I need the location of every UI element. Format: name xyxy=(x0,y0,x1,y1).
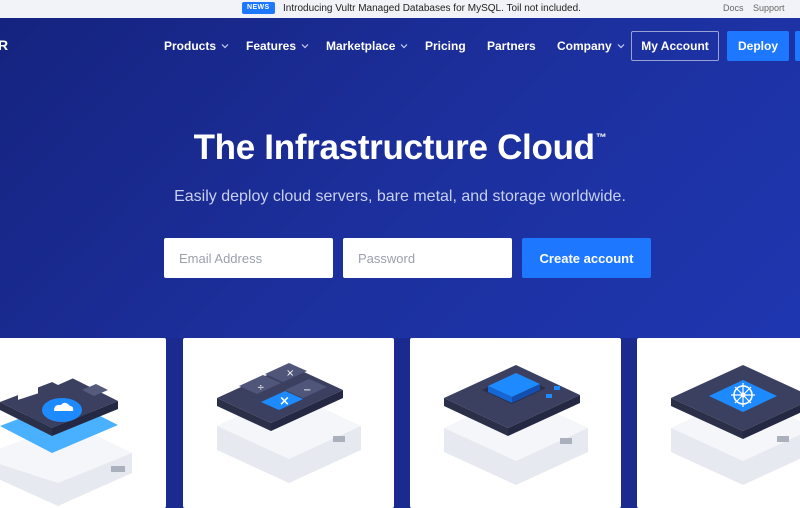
product-card-chip[interactable] xyxy=(410,338,621,508)
hero-section: R Products Features Marketplace Pricing … xyxy=(0,18,800,338)
email-input[interactable] xyxy=(164,238,333,278)
vultr-logo[interactable]: R xyxy=(0,37,8,53)
nav-marketplace-label: Marketplace xyxy=(326,39,396,53)
trademark-mark: ™ xyxy=(595,132,607,144)
chevron-down-icon xyxy=(221,44,229,49)
news-bar: NEWS Introducing Vultr Managed Databases… xyxy=(0,0,800,18)
chevron-down-icon xyxy=(301,44,309,49)
cloud-compute-icon xyxy=(0,370,132,506)
offscreen-button[interactable] xyxy=(795,31,800,61)
nav-company[interactable]: Company xyxy=(557,39,625,53)
hero-title: The Infrastructure Cloud™ xyxy=(0,128,800,168)
calculator-icon: × ÷ − × xyxy=(217,363,361,483)
nav-partners[interactable]: Partners xyxy=(487,39,536,53)
nav-company-label: Company xyxy=(557,39,612,53)
nav-pricing-label: Pricing xyxy=(425,39,466,53)
nav-features-label: Features xyxy=(246,39,297,53)
hero-subtitle: Easily deploy cloud servers, bare metal,… xyxy=(174,188,626,205)
svg-text:−: − xyxy=(303,385,311,396)
news-badge: NEWS xyxy=(242,2,275,14)
deploy-button[interactable]: Deploy xyxy=(727,31,789,61)
product-card-calculator[interactable]: × ÷ − × xyxy=(183,338,394,508)
chevron-down-icon xyxy=(617,44,625,49)
nav-marketplace[interactable]: Marketplace xyxy=(326,39,408,53)
news-announcement-link[interactable]: Introducing Vultr Managed Databases for … xyxy=(283,3,581,14)
product-card-compute[interactable] xyxy=(0,338,166,508)
nav-partners-label: Partners xyxy=(487,39,536,53)
hero-title-text: The Infrastructure Cloud xyxy=(193,128,595,167)
chip-icon xyxy=(444,365,588,485)
kubernetes-icon xyxy=(671,360,800,485)
nav-products-label: Products xyxy=(164,39,217,53)
chevron-down-icon xyxy=(400,44,408,49)
nav-products[interactable]: Products xyxy=(164,39,229,53)
support-link[interactable]: Support xyxy=(753,3,785,13)
nav-features[interactable]: Features xyxy=(246,39,309,53)
product-card-kubernetes[interactable] xyxy=(637,338,800,508)
docs-link[interactable]: Docs xyxy=(723,3,744,13)
svg-text:÷: ÷ xyxy=(257,383,265,393)
password-input[interactable] xyxy=(343,238,512,278)
svg-text:×: × xyxy=(286,368,294,379)
svg-text:×: × xyxy=(279,394,290,409)
nav-pricing[interactable]: Pricing xyxy=(425,39,466,53)
my-account-button[interactable]: My Account xyxy=(631,31,719,61)
create-account-button[interactable]: Create account xyxy=(522,238,651,278)
